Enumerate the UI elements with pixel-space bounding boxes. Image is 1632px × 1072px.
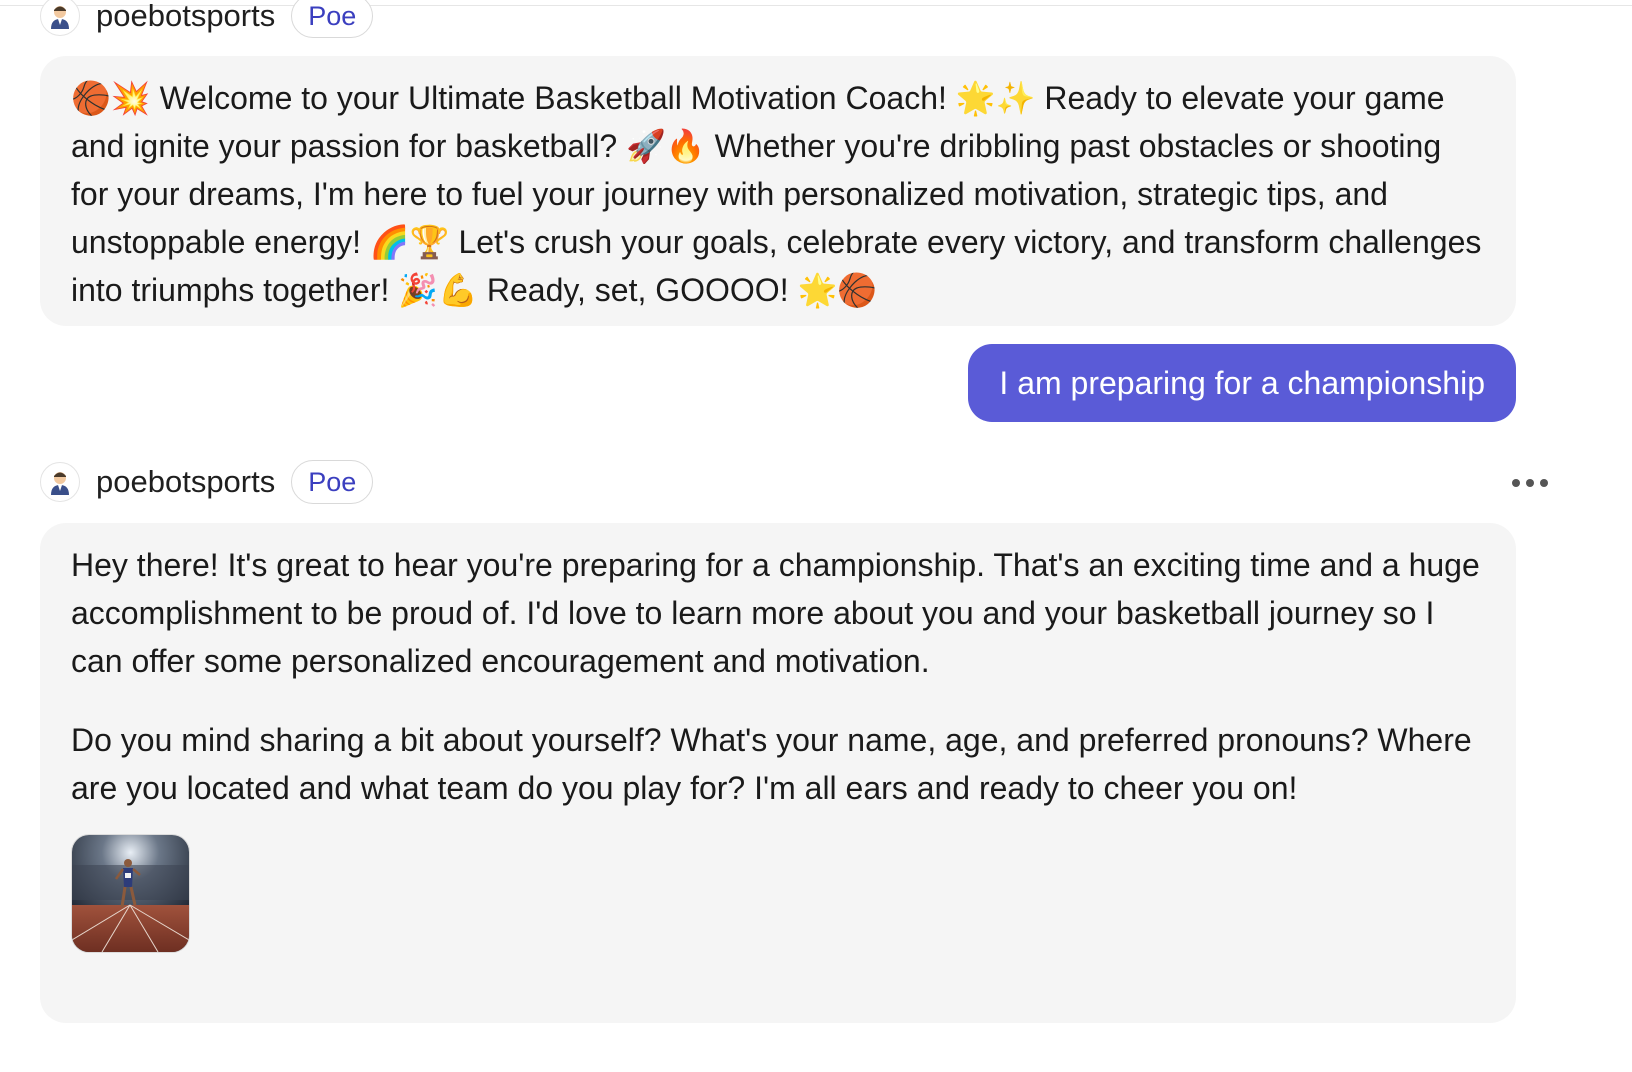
bot-name[interactable]: poebotsports: [96, 464, 275, 500]
more-options-icon[interactable]: [1508, 475, 1552, 491]
user-message-text: I am preparing for a championship: [999, 364, 1485, 401]
runner-stadium-thumbnail[interactable]: [71, 834, 190, 953]
user-message: I am preparing for a championship: [968, 344, 1516, 422]
bot-name[interactable]: poebotsports: [96, 0, 275, 34]
bot-message-1: 🏀💥 Welcome to your Ultimate Basketball M…: [40, 56, 1516, 326]
poe-badge[interactable]: Poe: [291, 460, 374, 504]
bot-header-2: poebotsports Poe: [40, 458, 374, 506]
poe-badge[interactable]: Poe: [291, 0, 374, 38]
bot-paragraph-2: Do you mind sharing a bit about yourself…: [71, 722, 1472, 806]
bot-avatar-icon[interactable]: [40, 0, 80, 36]
bot-paragraph-1: Hey there! It's great to hear you're pre…: [71, 547, 1480, 679]
bot-message-text: 🏀💥 Welcome to your Ultimate Basketball M…: [71, 80, 1482, 308]
bot-header-1: poebotsports Poe: [40, 0, 374, 40]
bot-message-2: Hey there! It's great to hear you're pre…: [40, 523, 1516, 1023]
bot-avatar-icon[interactable]: [40, 462, 80, 502]
